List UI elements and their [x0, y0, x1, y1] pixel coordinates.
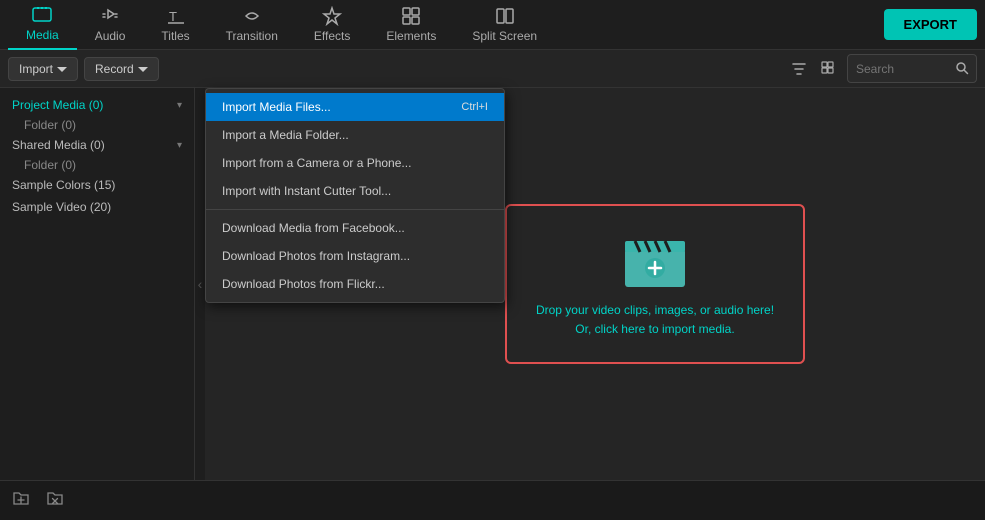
search-icon[interactable] — [952, 58, 973, 79]
drop-zone-line2: Or, click here to import media. — [536, 320, 774, 339]
nav-titles-label: Titles — [161, 29, 189, 43]
sidebar-item-sample-video[interactable]: Sample Video (20) — [0, 196, 194, 218]
nav-effects-label: Effects — [314, 29, 350, 43]
project-media-arrow-icon: ▾ — [177, 100, 182, 111]
bottom-bar — [0, 480, 985, 520]
menu-item-download-flickr[interactable]: Download Photos from Flickr... — [206, 270, 504, 298]
sidebar: Project Media (0) ▾ Folder (0) Shared Me… — [0, 88, 195, 480]
nav-item-transition[interactable]: Transition — [208, 0, 296, 50]
drop-zone-line1: Drop your video clips, images, or audio … — [536, 301, 774, 320]
sample-video-label: Sample Video (20) — [12, 200, 182, 214]
menu-item-import-folder[interactable]: Import a Media Folder... — [206, 121, 504, 149]
download-flickr-label: Download Photos from Flickr... — [222, 277, 385, 291]
top-navigation: Media Audio T Titles Transition Effects — [0, 0, 985, 50]
project-media-label: Project Media (0) — [12, 98, 177, 112]
nav-item-split-screen[interactable]: Split Screen — [454, 0, 555, 50]
drop-zone[interactable]: Drop your video clips, images, or audio … — [505, 204, 805, 364]
record-button[interactable]: Record — [84, 57, 159, 81]
sidebar-item-folder[interactable]: Folder (0) — [0, 116, 194, 134]
export-button[interactable]: EXPORT — [884, 9, 977, 40]
nav-split-screen-label: Split Screen — [472, 29, 537, 43]
nav-transition-label: Transition — [226, 29, 278, 43]
grid-icon[interactable] — [817, 57, 841, 81]
folder-label: Folder (0) — [24, 118, 76, 132]
shared-media-label: Shared Media (0) — [12, 138, 177, 152]
shared-media-arrow-icon: ▾ — [177, 140, 182, 151]
menu-item-import-camera[interactable]: Import from a Camera or a Phone... — [206, 149, 504, 177]
transition-icon — [242, 6, 262, 26]
filter-icon[interactable] — [787, 57, 811, 81]
menu-item-download-facebook[interactable]: Download Media from Facebook... — [206, 214, 504, 242]
import-folder-label: Import a Media Folder... — [222, 128, 349, 142]
effects-icon — [322, 6, 342, 26]
clapperboard-icon — [620, 229, 690, 289]
add-folder-icon[interactable] — [12, 489, 30, 512]
drop-zone-text: Drop your video clips, images, or audio … — [536, 301, 774, 339]
toolbar-row: Import Record — [0, 50, 985, 88]
nav-item-media[interactable]: Media — [8, 0, 77, 50]
record-dropdown-arrow-icon — [138, 64, 148, 74]
delete-folder-icon[interactable] — [46, 489, 64, 512]
nav-elements-label: Elements — [386, 29, 436, 43]
nav-item-elements[interactable]: Elements — [368, 0, 454, 50]
media-icon — [32, 5, 52, 25]
nav-media-label: Media — [26, 28, 59, 42]
titles-icon: T — [166, 6, 186, 26]
resize-handle[interactable]: ‹ — [195, 88, 205, 480]
import-camera-label: Import from a Camera or a Phone... — [222, 156, 411, 170]
menu-item-download-instagram[interactable]: Download Photos from Instagram... — [206, 242, 504, 270]
content-area[interactable]: Import Media Files... Ctrl+I Import a Me… — [205, 88, 985, 480]
sidebar-item-shared-media[interactable]: Shared Media (0) ▾ — [0, 134, 194, 156]
split-screen-icon — [495, 6, 515, 26]
download-facebook-label: Download Media from Facebook... — [222, 221, 405, 235]
sidebar-item-project-media[interactable]: Project Media (0) ▾ — [0, 94, 194, 116]
sidebar-item-folder2[interactable]: Folder (0) — [0, 156, 194, 174]
search-box — [847, 54, 977, 83]
main-area: Project Media (0) ▾ Folder (0) Shared Me… — [0, 88, 985, 480]
sample-colors-label: Sample Colors (15) — [12, 178, 182, 192]
nav-item-titles[interactable]: T Titles — [143, 0, 207, 50]
download-instagram-label: Download Photos from Instagram... — [222, 249, 410, 263]
elements-icon — [401, 6, 421, 26]
import-label: Import — [19, 62, 53, 76]
menu-divider — [206, 209, 504, 210]
sidebar-item-sample-colors[interactable]: Sample Colors (15) — [0, 174, 194, 196]
import-files-label: Import Media Files... — [222, 100, 331, 114]
record-label: Record — [95, 62, 134, 76]
menu-item-import-cutter[interactable]: Import with Instant Cutter Tool... — [206, 177, 504, 205]
menu-item-import-files[interactable]: Import Media Files... Ctrl+I — [206, 93, 504, 121]
search-input[interactable] — [856, 62, 946, 76]
import-button[interactable]: Import — [8, 57, 78, 81]
import-cutter-label: Import with Instant Cutter Tool... — [222, 184, 391, 198]
svg-text:T: T — [169, 9, 177, 24]
nav-item-effects[interactable]: Effects — [296, 0, 368, 50]
import-dropdown-arrow-icon — [57, 64, 67, 74]
import-files-shortcut: Ctrl+I — [461, 101, 488, 113]
import-dropdown-menu: Import Media Files... Ctrl+I Import a Me… — [205, 88, 505, 303]
nav-audio-label: Audio — [95, 29, 126, 43]
audio-icon — [100, 6, 120, 26]
nav-item-audio[interactable]: Audio — [77, 0, 144, 50]
folder2-label: Folder (0) — [24, 158, 76, 172]
